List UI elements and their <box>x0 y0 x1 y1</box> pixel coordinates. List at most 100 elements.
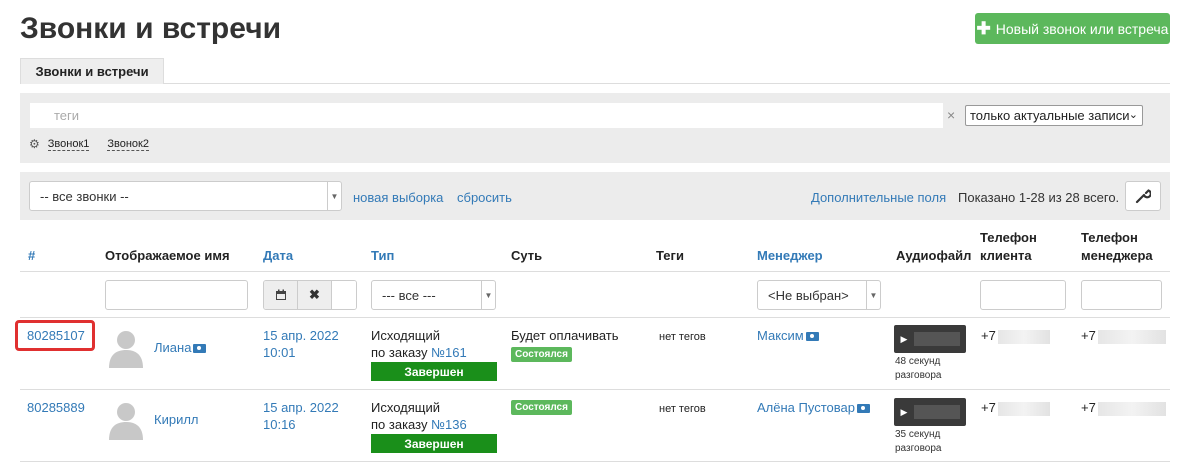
id-card-icon[interactable] <box>193 344 207 354</box>
tags-input[interactable]: теги <box>30 103 943 128</box>
call-order-label: по заказу <box>371 345 428 360</box>
result-badge: Состоялся <box>511 347 572 362</box>
type-filter-value: --- все --- <box>382 287 436 303</box>
list-toolbar: -- все звонки -- ▼ новая выборка сбросит… <box>20 172 1170 220</box>
status-badge: Завершен <box>371 362 497 381</box>
audio-player[interactable]: ▶ <box>894 325 966 353</box>
divider <box>20 389 1170 390</box>
preset-item[interactable]: Звонок2 <box>107 138 149 151</box>
settings-button[interactable] <box>1125 181 1161 211</box>
gear-icon[interactable]: ⚙ <box>29 137 40 151</box>
user-avatar-icon <box>105 326 147 368</box>
chevron-down-icon: ▼ <box>866 281 880 309</box>
date-filter-input[interactable] <box>332 281 356 309</box>
actuality-select[interactable]: только актуальные записи ⌄ <box>965 105 1143 126</box>
divider <box>20 461 1170 462</box>
audio-duration: 35 секунд разговора <box>895 428 941 456</box>
call-id-link[interactable]: 80285889 <box>27 399 85 416</box>
column-header-manager[interactable]: Менеджер <box>757 247 823 265</box>
divider <box>20 317 1170 318</box>
column-header-manager-phone-line1: Телефон <box>1081 230 1138 245</box>
contact-name: Лиана <box>154 340 192 355</box>
client-phone: +7 <box>981 327 1050 344</box>
call-date: 15 апр. 2022 <box>263 400 339 415</box>
chevron-down-icon: ⌄ <box>1128 109 1138 121</box>
audio-duration-line2: разговора <box>895 443 942 454</box>
audio-progress-bar[interactable] <box>914 332 960 346</box>
column-header-number[interactable]: # <box>28 247 35 265</box>
manager-link[interactable]: Алёна Пустовар <box>757 399 870 416</box>
play-icon[interactable]: ▶ <box>894 325 914 353</box>
calendar-icon[interactable] <box>264 281 298 309</box>
name-filter-input[interactable] <box>105 280 248 310</box>
call-datetime[interactable]: 15 апр. 2022 10:16 <box>263 399 339 433</box>
audio-player[interactable]: ▶ <box>894 398 966 426</box>
new-selection-link[interactable]: новая выборка <box>353 190 443 205</box>
extra-fields-link[interactable]: Дополнительные поля <box>811 190 946 205</box>
filter-panel: теги × только актуальные записи ⌄ ⚙ Звон… <box>20 93 1170 163</box>
tab-calls-meetings[interactable]: Звонки и встречи <box>20 58 164 84</box>
manager-phone-value: +7 <box>1081 400 1096 415</box>
calls-filter-select[interactable]: -- все звонки -- ▼ <box>29 181 342 211</box>
audio-duration-line1: 35 секунд <box>895 429 941 440</box>
call-direction: Исходящий <box>371 328 440 343</box>
client-phone-filter-input[interactable] <box>980 280 1066 310</box>
audio-progress-bar[interactable] <box>914 405 960 419</box>
new-call-button-label: Новый звонок или встреча <box>995 20 1169 37</box>
plus-icon: ✚ <box>976 19 991 38</box>
date-filter: ✖ <box>263 280 357 310</box>
redacted-block <box>997 401 1050 416</box>
play-icon[interactable]: ▶ <box>894 398 914 426</box>
column-header-type[interactable]: Тип <box>371 247 394 265</box>
call-essence: Будет оплачивать <box>511 328 619 343</box>
result-badge: Состоялся <box>511 400 572 415</box>
actuality-select-value: только актуальные записи <box>970 108 1130 123</box>
type-filter-select[interactable]: --- все --- ▼ <box>371 280 496 310</box>
page-title: Звонки и встречи <box>20 12 282 45</box>
call-type: Исходящий по заказу №161 <box>371 327 467 361</box>
preset-item[interactable]: Звонок1 <box>47 138 90 151</box>
wrench-icon <box>1135 189 1151 204</box>
audio-duration: 48 секунд разговора <box>895 355 941 383</box>
column-header-client-phone-line2: клиента <box>980 248 1032 263</box>
shown-count: Показано 1-28 из 28 всего. <box>958 190 1120 205</box>
contact-name-link[interactable]: Лиана <box>154 339 207 356</box>
id-card-icon[interactable] <box>856 404 870 414</box>
close-icon[interactable]: × <box>947 107 955 123</box>
client-phone-value: +7 <box>981 328 996 343</box>
manager-name: Алёна Пустовар <box>757 400 855 415</box>
contact-name-link[interactable]: Кирилл <box>154 411 199 428</box>
audio-duration-line1: 48 секунд <box>895 356 941 367</box>
reset-link[interactable]: сбросить <box>457 190 512 205</box>
call-time: 10:16 <box>263 417 296 432</box>
chevron-down-icon: ▼ <box>327 182 341 210</box>
order-link[interactable]: №136 <box>431 417 467 432</box>
call-type: Исходящий по заказу №136 <box>371 399 467 433</box>
new-call-button[interactable]: ✚ Новый звонок или встреча <box>975 13 1170 44</box>
chevron-down-icon: ▼ <box>481 281 495 309</box>
column-header-tags: Теги <box>656 248 684 263</box>
column-header-name: Отображаемое имя <box>105 248 230 263</box>
manager-name: Максим <box>757 328 804 343</box>
manager-link[interactable]: Максим <box>757 327 819 344</box>
manager-phone-filter-input[interactable] <box>1081 280 1162 310</box>
id-card-icon[interactable] <box>805 332 819 342</box>
call-date: 15 апр. 2022 <box>263 328 339 343</box>
close-icon[interactable]: ✖ <box>298 281 332 309</box>
preset-list: ⚙ Звонок1 Звонок2 <box>29 137 161 151</box>
manager-filter-select[interactable]: <Не выбран> ▼ <box>757 280 881 310</box>
manager-phone-value: +7 <box>1081 328 1096 343</box>
manager-phone: +7 <box>1081 399 1166 416</box>
column-header-manager-phone-line2: менеджера <box>1081 248 1153 263</box>
call-order-label: по заказу <box>371 417 428 432</box>
tags-value: нет тегов <box>659 403 706 415</box>
tab-bar: Звонки и встречи <box>20 58 1170 84</box>
call-time: 10:01 <box>263 345 296 360</box>
calls-filter-value: -- все звонки -- <box>40 188 129 204</box>
column-header-client-phone-line1: Телефон <box>980 230 1037 245</box>
order-link[interactable]: №161 <box>431 345 467 360</box>
client-phone-value: +7 <box>981 400 996 415</box>
highlight-box <box>15 320 95 351</box>
call-datetime[interactable]: 15 апр. 2022 10:01 <box>263 327 339 361</box>
column-header-date[interactable]: Дата <box>263 247 293 265</box>
